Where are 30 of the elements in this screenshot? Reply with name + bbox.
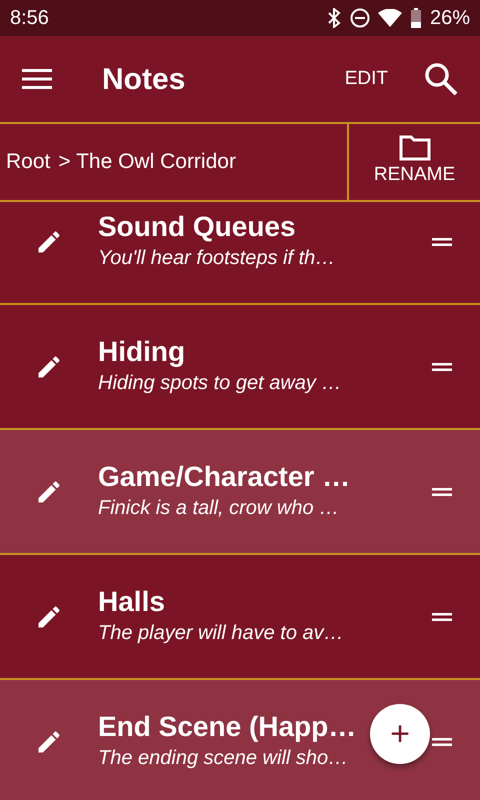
folder-icon bbox=[398, 134, 430, 161]
breadcrumb-item[interactable]: Root bbox=[6, 146, 50, 178]
wifi-icon bbox=[378, 9, 402, 27]
note-preview: The player will have to av… bbox=[98, 621, 344, 646]
note-title: Hiding bbox=[98, 334, 186, 368]
note-preview: Hiding spots to get away … bbox=[98, 371, 342, 396]
bluetooth-icon bbox=[326, 8, 342, 28]
drag-handle-icon[interactable] bbox=[432, 362, 452, 370]
search-icon bbox=[424, 62, 458, 96]
battery-level: 26% bbox=[430, 6, 470, 31]
note-title: Sound Queues bbox=[98, 210, 296, 244]
note-title: End Scene (Happ… bbox=[98, 710, 356, 744]
app-title: Notes bbox=[102, 62, 186, 98]
breadcrumb-item[interactable]: > The Owl Corridor bbox=[58, 146, 236, 178]
edit-button[interactable]: EDIT bbox=[338, 64, 394, 94]
note-preview: Finick is a tall, crow who … bbox=[98, 496, 340, 522]
note-preview: The ending scene will sho… bbox=[98, 746, 348, 772]
do-not-disturb-icon bbox=[350, 8, 370, 28]
note-title: Halls bbox=[98, 584, 165, 618]
note-preview: You'll hear footsteps if th… bbox=[98, 246, 336, 272]
drag-handle-icon[interactable] bbox=[432, 738, 452, 746]
drag-handle-icon[interactable] bbox=[432, 488, 452, 496]
note-title: Game/Character … bbox=[98, 460, 350, 494]
clock: 8:56 bbox=[10, 6, 49, 31]
rename-button[interactable]: RENAME bbox=[347, 124, 480, 200]
menu-icon bbox=[22, 68, 52, 89]
drag-handle-icon[interactable] bbox=[432, 612, 452, 620]
drag-handle-icon[interactable] bbox=[432, 238, 452, 246]
note-row[interactable]: Game/Character … Finick is a tall, crow who … bbox=[0, 430, 480, 555]
battery-icon bbox=[410, 8, 422, 28]
